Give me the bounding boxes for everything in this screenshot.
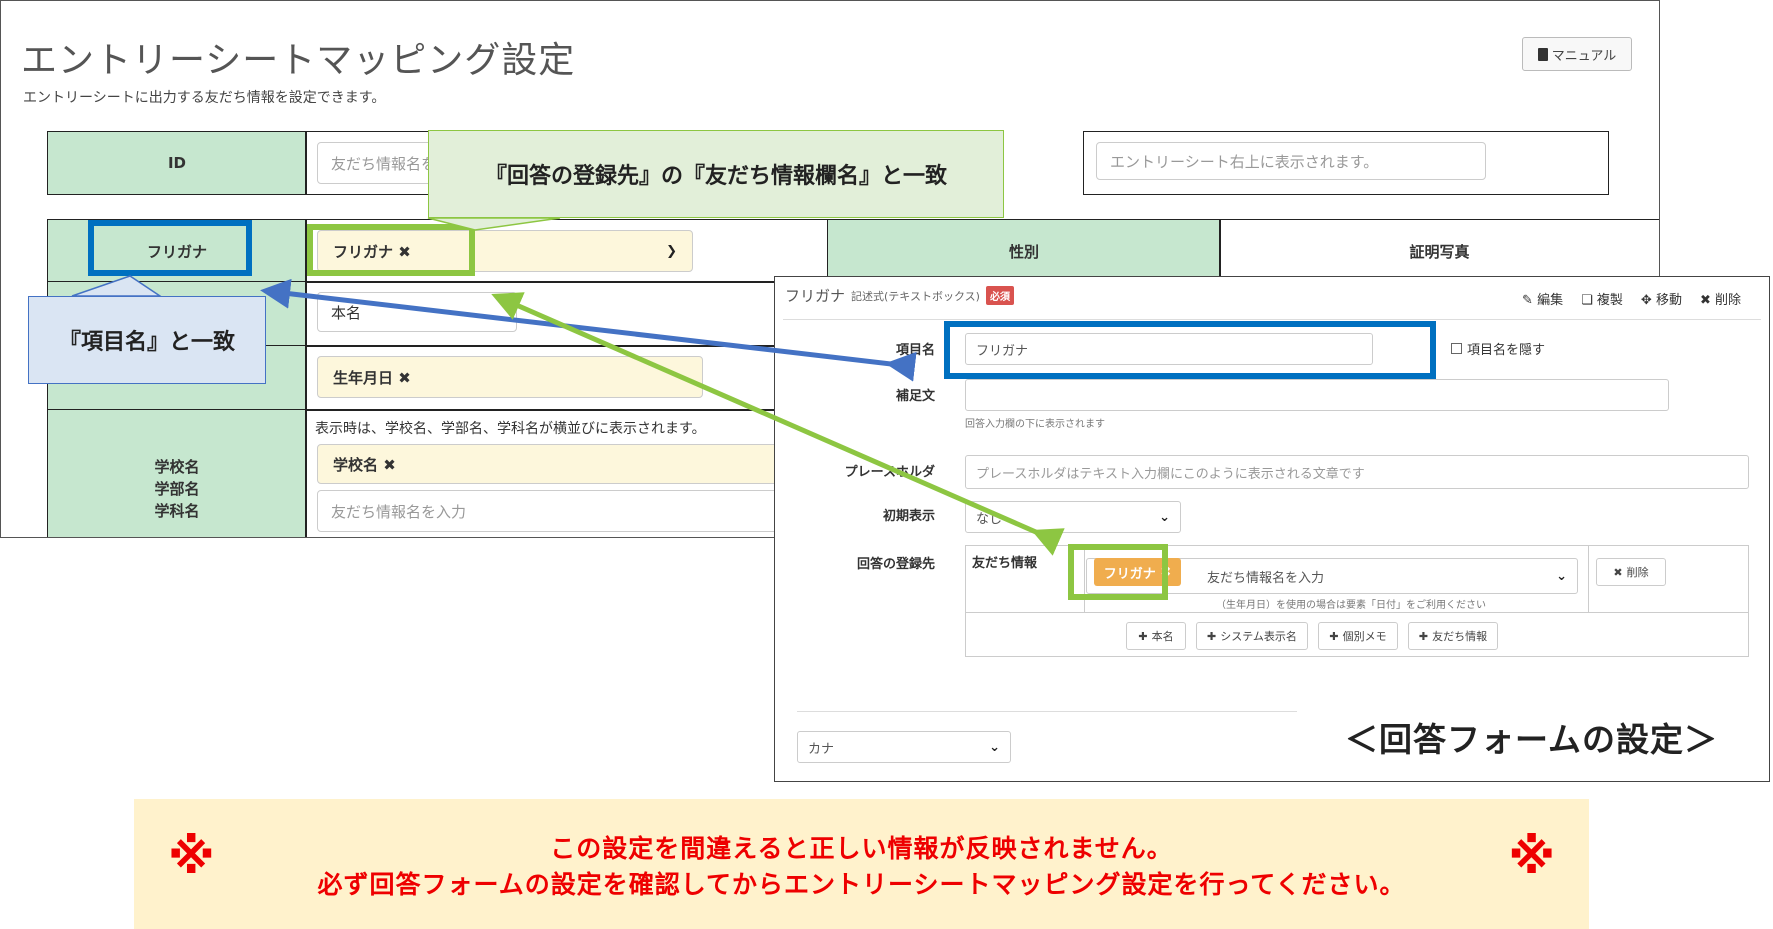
hide-name-label: 項目名を隠す (1467, 343, 1546, 358)
school-header: 学校名 学部名 学科名 (47, 409, 307, 537)
placeholder-input[interactable]: プレースホルダはテキスト入力欄にこのように表示される文章です (965, 455, 1749, 489)
date-note: （生年月日）を使用の場合は要素「日付」をご利用ください (1216, 600, 1486, 611)
friend-info-tag-highlight (1068, 544, 1168, 600)
field-name-label: 項目名 (895, 343, 935, 358)
photo-header: 証明写真 (1219, 219, 1659, 283)
item-title-bar: フリガナ 記述式(テキストボックス) 必須 (785, 285, 1014, 306)
field-name-highlight (944, 321, 1436, 379)
id-header: ID (47, 131, 307, 195)
delete-action[interactable]: ✖ 削除 (1700, 289, 1741, 308)
school-note: 表示時は、学校名、学部名、学科名が横並びに表示されます。 (315, 421, 706, 437)
id-input-placeholder: 友だち情報名を (331, 154, 437, 173)
faculty-input-placeholder: 友だち情報名を入力 (331, 502, 467, 521)
placeholder-value: プレースホルダはテキスト入力欄にこのように表示される文章です (976, 466, 1365, 482)
initial-display-select[interactable]: なし ⌄ (965, 501, 1181, 533)
faculty-input[interactable]: 友だち情報名を入力 (317, 490, 817, 532)
school-select[interactable]: 学校名 ✖ (317, 444, 817, 484)
photo-label: 証明写真 (1409, 243, 1470, 261)
divider (783, 319, 1761, 320)
item-actions: ✎ 編集 ❏ 複製 ✥ 移動 ✖ 削除 (1522, 289, 1741, 308)
manual-button[interactable]: マニュアル (1522, 37, 1632, 71)
book-icon (1537, 47, 1548, 61)
callout-friend-info-match: 『回答の登録先』の『友だち情報欄名』と一致 (428, 130, 1004, 218)
remove-tag-icon[interactable]: ✖ (383, 456, 396, 474)
page-description: エントリーシートに出力する友だち情報を設定できます。 (23, 90, 386, 106)
divider (966, 612, 1748, 613)
chevron-down-icon: ⌄ (1159, 509, 1170, 525)
move-label: 移動 (1655, 293, 1682, 308)
add-friend-info-button[interactable]: ✚ 友だち情報 (1408, 622, 1498, 650)
friend-info-label: 友だち情報 (972, 556, 1038, 571)
friend-info-placeholder: 友だち情報名を入力 (1207, 570, 1325, 586)
copy-label: 複製 (1596, 293, 1623, 308)
form-settings-caption: ＜回答フォームの設定＞ (1345, 720, 1719, 759)
item-type: 記述式(テキストボックス) (851, 289, 980, 303)
page-title: エントリーシートマッピング設定 (21, 40, 576, 81)
row-delete-label: 削除 (1626, 566, 1649, 579)
add-memo-label: 個別メモ (1342, 630, 1387, 643)
remove-tag-icon[interactable]: ✖ (398, 369, 411, 387)
furigana-select-highlight (307, 224, 475, 276)
chevron-down-icon: ❯ (666, 243, 677, 259)
name-select[interactable]: 本名 (317, 292, 517, 332)
delete-label: 削除 (1714, 293, 1741, 308)
callout-field-name-match: 『項目名』と一致 (28, 296, 266, 384)
supplement-label: 補足文 (895, 389, 935, 404)
add-system-name-label: システム表示名 (1220, 630, 1297, 643)
add-name-button[interactable]: ✚ 本名 (1126, 622, 1186, 650)
initial-display-value: なし (976, 511, 1003, 527)
required-badge: 必須 (985, 286, 1014, 305)
faculty-label: 学部名 (154, 480, 200, 498)
supplement-note: 回答入力欄の下に表示されます (965, 419, 1105, 430)
callout-left-text: 『項目名』と一致 (58, 330, 235, 355)
add-system-name-button[interactable]: ✚ システム表示名 (1196, 622, 1308, 650)
hide-name-checkbox[interactable]: 項目名を隠す (1451, 339, 1545, 358)
supplement-input[interactable] (965, 379, 1669, 411)
kana-select[interactable]: カナ ⌄ (797, 731, 1011, 763)
school-tag: 学校名 (333, 455, 379, 474)
entry-input-cell: エントリーシート右上に表示されます。 (1083, 131, 1609, 195)
edit-label: 編集 (1537, 293, 1564, 308)
add-name-label: 本名 (1151, 630, 1174, 643)
birthdate-select[interactable]: 生年月日 ✖ (317, 356, 703, 398)
warning-box: ※ ※ この設定を間違えると正しい情報が反映されません。 必ず回答フォームの設定… (134, 799, 1589, 929)
initial-display-label: 初期表示 (882, 509, 935, 524)
entry-input-placeholder: エントリーシート右上に表示されます。 (1110, 152, 1379, 171)
edit-action[interactable]: ✎ 編集 (1522, 289, 1563, 308)
add-friend-info-label: 友だち情報 (1432, 630, 1488, 643)
entry-sheet-display-input[interactable]: エントリーシート右上に表示されます。 (1096, 142, 1486, 180)
warning-line-1: この設定を間違えると正しい情報が反映されません。 (550, 834, 1173, 863)
row-delete-button[interactable]: ✖ 削除 (1596, 558, 1666, 586)
move-action[interactable]: ✥ 移動 (1641, 289, 1682, 308)
name-select-value: 本名 (331, 303, 362, 322)
callout-top-text: 『回答の登録先』の『友だち情報欄名』と一致 (484, 164, 947, 189)
birthdate-tag: 生年月日 (333, 368, 394, 387)
school-select-cell: 表示時は、学校名、学部名、学科名が横並びに表示されます。 学校名 ✖ 友だち情報… (305, 409, 829, 537)
name-select-cell: 本名 (305, 281, 829, 347)
checkbox-icon (1451, 343, 1462, 354)
copy-action[interactable]: ❏ 複製 (1581, 289, 1623, 308)
id-label: ID (167, 154, 187, 172)
department-label: 学科名 (154, 502, 200, 520)
gender-header: 性別 (827, 219, 1221, 283)
chevron-down-icon: ⌄ (989, 739, 1000, 755)
birthdate-select-cell: 生年月日 ✖ (305, 345, 829, 411)
divider (1588, 546, 1589, 612)
kana-select-value: カナ (808, 741, 835, 757)
gender-label: 性別 (1008, 242, 1039, 261)
furigana-header-highlight (88, 220, 252, 276)
school-label: 学校名 (154, 458, 200, 476)
item-title: フリガナ (785, 287, 846, 305)
divider (797, 711, 1097, 712)
divider (1097, 711, 1297, 712)
chevron-down-icon: ⌄ (1556, 568, 1567, 584)
manual-button-label: マニュアル (1551, 48, 1617, 64)
warning-line-2: 必ず回答フォームの設定を確認してからエントリーシートマッピング設定を行ってくださ… (317, 870, 1406, 899)
add-memo-button[interactable]: ✚ 個別メモ (1318, 622, 1398, 650)
placeholder-label: プレースホルダ (844, 465, 935, 480)
answer-destination-label: 回答の登録先 (856, 557, 935, 572)
